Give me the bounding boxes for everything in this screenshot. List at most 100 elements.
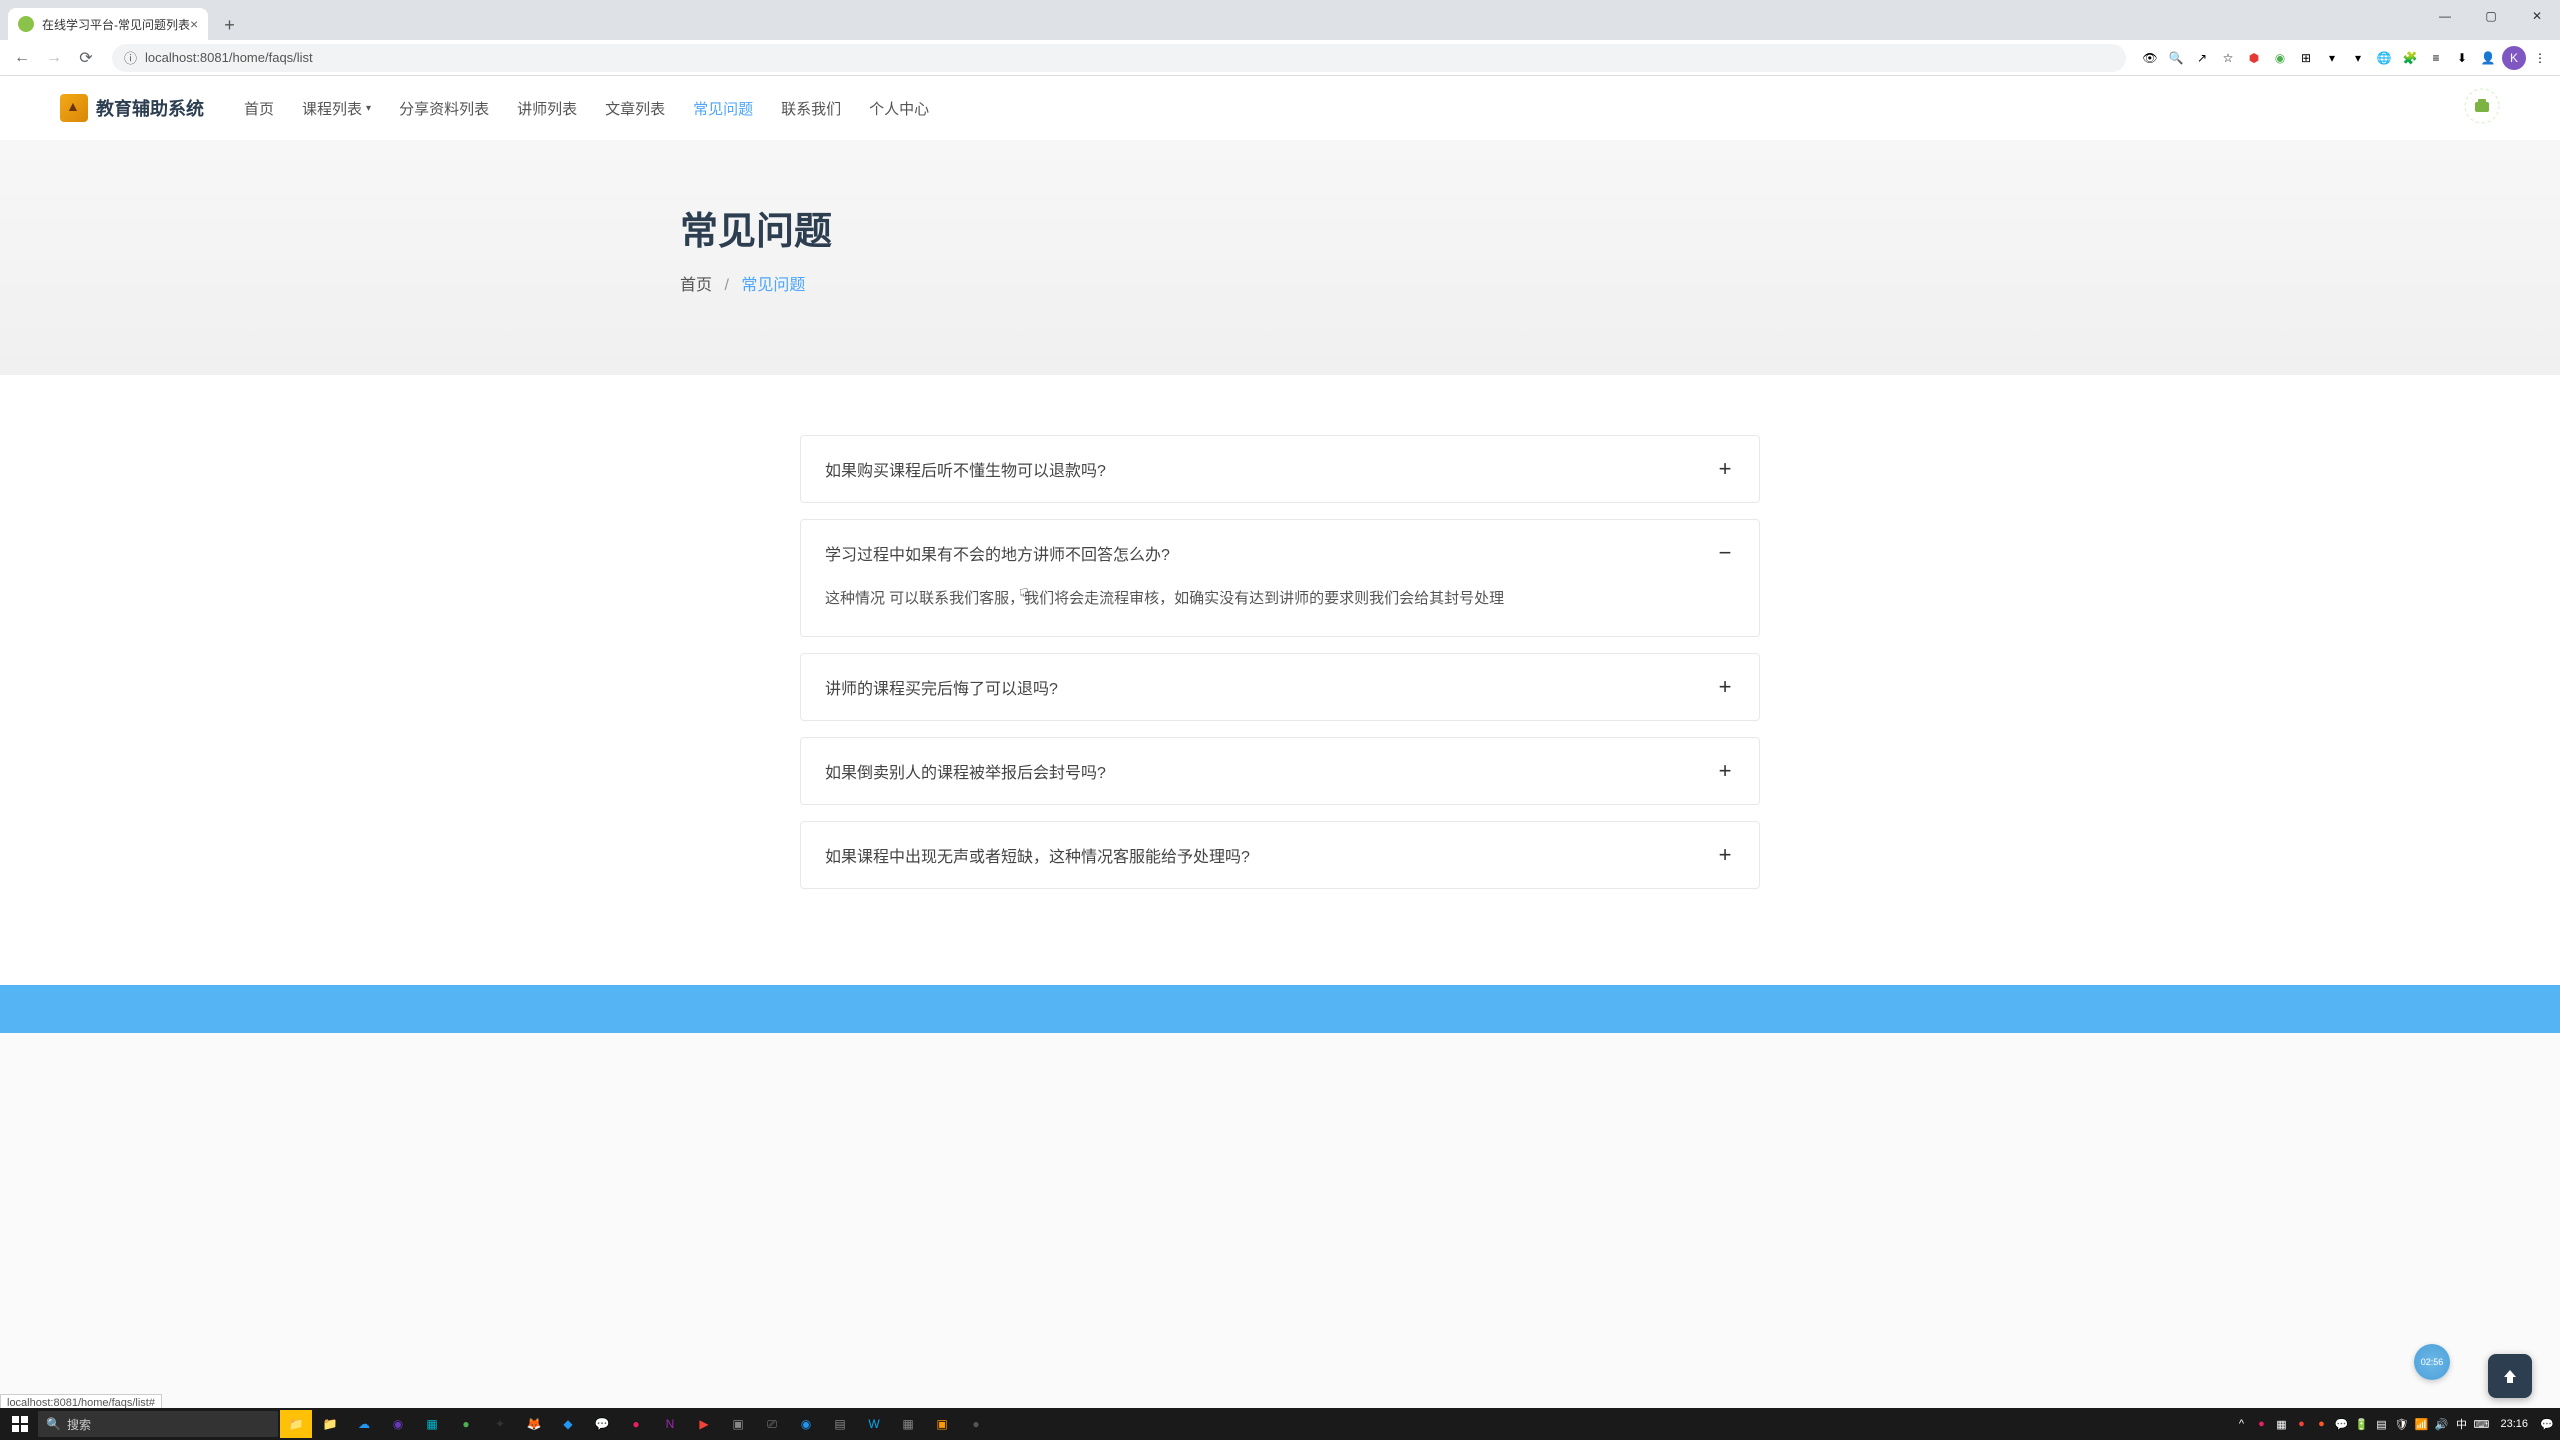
- plus-icon[interactable]: +: [1715, 842, 1735, 868]
- tray-icon[interactable]: ▤: [2372, 1415, 2390, 1433]
- faq-question-header[interactable]: 学习过程中如果有不会的地方讲师不回答怎么办?−: [801, 520, 1759, 586]
- taskbar-app[interactable]: N: [654, 1410, 686, 1438]
- taskbar-app[interactable]: ▦: [892, 1410, 924, 1438]
- nav-faq[interactable]: 常见问题: [693, 98, 753, 119]
- tab-title: 在线学习平台-常见问题列表: [42, 16, 190, 33]
- taskbar-app[interactable]: 🦊: [518, 1410, 550, 1438]
- ext-icon[interactable]: 👤: [2476, 46, 2500, 70]
- taskbar-app[interactable]: ▤: [824, 1410, 856, 1438]
- notifications-icon[interactable]: 💬: [2538, 1415, 2556, 1433]
- nav-instructors[interactable]: 讲师列表: [517, 98, 577, 119]
- ext-icon[interactable]: 🔍: [2164, 46, 2188, 70]
- new-tab-button[interactable]: +: [216, 11, 243, 40]
- ext-icon[interactable]: ↗: [2190, 46, 2214, 70]
- window-close[interactable]: ✕: [2514, 0, 2560, 32]
- tray-icon[interactable]: 🔊: [2432, 1415, 2450, 1433]
- site-logo[interactable]: 教育辅助系统: [60, 94, 204, 122]
- taskbar-app[interactable]: ●: [620, 1410, 652, 1438]
- ext-icon[interactable]: ⊞: [2294, 46, 2318, 70]
- ext-icon[interactable]: 🌐: [2372, 46, 2396, 70]
- faq-question-header[interactable]: 如果倒卖别人的课程被举报后会封号吗?+: [801, 738, 1759, 804]
- browser-menu-icon[interactable]: ⋮: [2528, 46, 2552, 70]
- tray-icon[interactable]: ●: [2252, 1415, 2270, 1433]
- nav-contact[interactable]: 联系我们: [781, 98, 841, 119]
- downloads-icon[interactable]: ⬇: [2450, 46, 2474, 70]
- taskbar-app[interactable]: ●: [960, 1410, 992, 1438]
- nav-reload-button[interactable]: ⟳: [72, 44, 100, 72]
- tray-icon[interactable]: 🔋: [2352, 1415, 2370, 1433]
- taskbar-app[interactable]: ☁: [348, 1410, 380, 1438]
- taskbar-app[interactable]: ▣: [926, 1410, 958, 1438]
- site-info-icon[interactable]: ⓘ: [124, 48, 137, 67]
- plus-icon[interactable]: +: [1715, 758, 1735, 784]
- start-button[interactable]: [4, 1410, 36, 1438]
- nav-back-button[interactable]: ←: [8, 44, 36, 72]
- tray-ime[interactable]: 中: [2452, 1415, 2470, 1433]
- taskbar-app[interactable]: ⎚: [756, 1410, 788, 1438]
- breadcrumb-home[interactable]: 首页: [680, 277, 712, 294]
- faq-question-header[interactable]: 如果购买课程后听不懂生物可以退款吗? +: [801, 436, 1759, 502]
- faq-question-text: 如果购买课程后听不懂生物可以退款吗?: [825, 457, 1106, 481]
- window-minimize[interactable]: —: [2422, 0, 2468, 32]
- scroll-to-top-button[interactable]: [2488, 1354, 2532, 1398]
- taskbar-app[interactable]: 📁: [314, 1410, 346, 1438]
- taskbar-app[interactable]: 💬: [586, 1410, 618, 1438]
- tray-icon[interactable]: ●: [2312, 1415, 2330, 1433]
- faq-answer-text: 这种情况 可以联系我们客服，我们将会走流程审核，如确实没有达到讲师的要求则我们会…: [801, 586, 1759, 636]
- ext-icon[interactable]: ≡: [2424, 46, 2448, 70]
- tab-close-icon[interactable]: ×: [190, 16, 198, 32]
- ext-icon[interactable]: ☆: [2216, 46, 2240, 70]
- ext-icon[interactable]: ▾: [2346, 46, 2370, 70]
- tray-icon[interactable]: ▦: [2272, 1415, 2290, 1433]
- ext-icon[interactable]: ⬢: [2242, 46, 2266, 70]
- logo-icon: [60, 94, 88, 122]
- tray-icon[interactable]: ●: [2292, 1415, 2310, 1433]
- nav-forward-button[interactable]: →: [40, 44, 68, 72]
- taskbar-app[interactable]: ▣: [722, 1410, 754, 1438]
- browser-tab-active[interactable]: 在线学习平台-常见问题列表 ×: [8, 8, 208, 40]
- nav-materials[interactable]: 分享资料列表: [399, 98, 489, 119]
- taskbar-app[interactable]: W: [858, 1410, 890, 1438]
- faq-question-header[interactable]: 如果课程中出现无声或者短缺，这种情况客服能给予处理吗?+: [801, 822, 1759, 888]
- taskbar-app[interactable]: 📁: [280, 1410, 312, 1438]
- tray-icon[interactable]: ⌨: [2472, 1415, 2490, 1433]
- faq-item: 讲师的课程买完后悔了可以退吗?+: [800, 653, 1760, 721]
- nav-profile[interactable]: 个人中心: [869, 98, 929, 119]
- faq-item: 如果购买课程后听不懂生物可以退款吗? +: [800, 435, 1760, 503]
- breadcrumb-current: 常见问题: [741, 277, 805, 294]
- tray-icon[interactable]: 📶: [2412, 1415, 2430, 1433]
- extensions-row: 👁 🔍 ↗ ☆ ⬢ ◉ ⊞ ▾ ▾ 🌐 🧩 ≡ ⬇ 👤 K ⋮: [2138, 46, 2552, 70]
- minus-icon[interactable]: −: [1715, 540, 1735, 566]
- tray-icon[interactable]: 💬: [2332, 1415, 2350, 1433]
- cart-icon[interactable]: [2464, 88, 2500, 129]
- ext-icon[interactable]: ◉: [2268, 46, 2292, 70]
- taskbar-app[interactable]: ▦: [416, 1410, 448, 1438]
- taskbar-clock[interactable]: 23:16: [2492, 1418, 2536, 1430]
- faq-question-header[interactable]: 讲师的课程买完后悔了可以退吗?+: [801, 654, 1759, 720]
- window-maximize[interactable]: ▢: [2468, 0, 2514, 32]
- taskbar-search[interactable]: 🔍搜索: [38, 1411, 278, 1437]
- extensions-icon[interactable]: 🧩: [2398, 46, 2422, 70]
- tray-icon[interactable]: 🛡: [2392, 1415, 2410, 1433]
- browser-tab-strip: 在线学习平台-常见问题列表 × +: [0, 0, 2560, 40]
- taskbar-app[interactable]: ✦: [484, 1410, 516, 1438]
- ext-icon[interactable]: 👁: [2138, 46, 2162, 70]
- taskbar-app[interactable]: ◉: [790, 1410, 822, 1438]
- plus-icon[interactable]: +: [1715, 674, 1735, 700]
- faq-item: 如果课程中出现无声或者短缺，这种情况客服能给予处理吗?+: [800, 821, 1760, 889]
- taskbar-app[interactable]: ◆: [552, 1410, 584, 1438]
- plus-icon[interactable]: +: [1715, 456, 1735, 482]
- taskbar-app[interactable]: ▶: [688, 1410, 720, 1438]
- taskbar-app[interactable]: ●: [450, 1410, 482, 1438]
- nav-home[interactable]: 首页: [244, 98, 274, 119]
- taskbar-app[interactable]: ◉: [382, 1410, 414, 1438]
- profile-avatar[interactable]: K: [2502, 46, 2526, 70]
- address-bar[interactable]: ⓘ localhost:8081/home/faqs/list: [112, 44, 2126, 72]
- footer-bar: [0, 985, 2560, 1033]
- logo-text: 教育辅助系统: [96, 95, 204, 121]
- nav-articles[interactable]: 文章列表: [605, 98, 665, 119]
- tray-chevron-icon[interactable]: ^: [2232, 1415, 2250, 1433]
- nav-courses[interactable]: 课程列表▾: [302, 98, 371, 119]
- floating-timer[interactable]: 02:56: [2414, 1344, 2450, 1380]
- ext-icon[interactable]: ▾: [2320, 46, 2344, 70]
